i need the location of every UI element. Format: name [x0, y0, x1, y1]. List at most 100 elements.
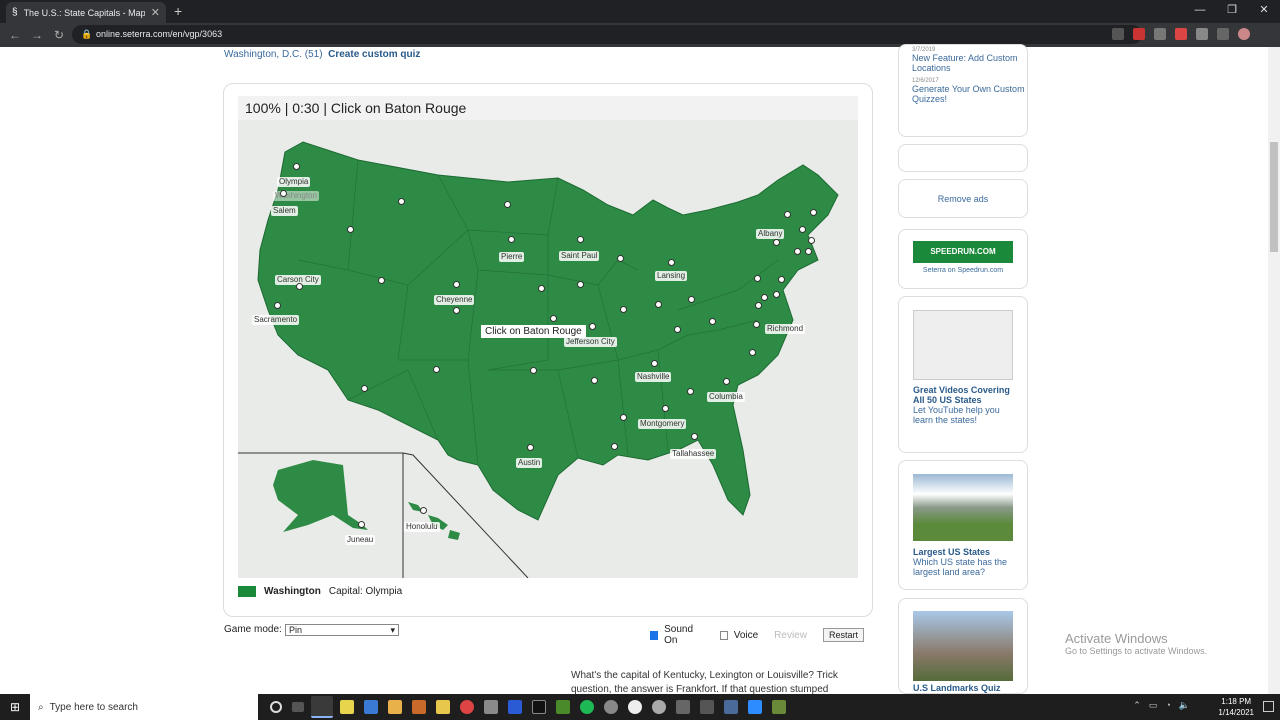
- taskbar-search[interactable]: ⌕ Type here to search: [30, 694, 258, 720]
- close-window-icon[interactable]: ✕: [1248, 0, 1280, 23]
- app-icon[interactable]: [772, 700, 786, 714]
- capital-pin[interactable]: [530, 367, 537, 374]
- app-icon[interactable]: [508, 700, 522, 714]
- capital-pin[interactable]: [805, 248, 812, 255]
- task-view-icon[interactable]: [292, 702, 304, 712]
- capital-pin[interactable]: [620, 306, 627, 313]
- alaska-shape[interactable]: [273, 460, 368, 532]
- capital-pin[interactable]: [591, 377, 598, 384]
- capital-pin[interactable]: [358, 521, 365, 528]
- map-area[interactable]: Olympia Washington Salem Carson City Sac…: [238, 120, 858, 578]
- capital-pin[interactable]: [550, 315, 557, 322]
- largest-title[interactable]: Largest US States: [913, 547, 1019, 557]
- wifi-icon[interactable]: ◔: [1165, 700, 1170, 711]
- capital-pin[interactable]: [794, 248, 801, 255]
- landmarks-title[interactable]: U.S Landmarks Quiz: [913, 683, 1019, 693]
- capital-pin[interactable]: [754, 275, 761, 282]
- extension-icon[interactable]: [1154, 28, 1166, 40]
- spotify-icon[interactable]: [580, 700, 594, 714]
- capital-pin[interactable]: [662, 405, 669, 412]
- scrollbar-thumb[interactable]: [1270, 142, 1278, 252]
- app-icon[interactable]: [604, 700, 618, 714]
- network-icon[interactable]: ▭: [1149, 700, 1158, 711]
- capital-pin[interactable]: [773, 291, 780, 298]
- news-item[interactable]: 12/6/2017 Generate Your Own Custom Quizz…: [899, 78, 1027, 104]
- capital-pin[interactable]: [784, 211, 791, 218]
- videos-block[interactable]: Great Videos Covering All 50 US States L…: [898, 296, 1028, 453]
- sound-checkbox[interactable]: [650, 630, 659, 640]
- capital-pin[interactable]: [538, 285, 545, 292]
- capital-pin[interactable]: [453, 307, 460, 314]
- page-scrollbar[interactable]: [1268, 47, 1280, 694]
- zoom-icon[interactable]: [748, 700, 762, 714]
- review-button[interactable]: Review: [774, 630, 807, 641]
- capital-pin[interactable]: [589, 323, 596, 330]
- capital-pin[interactable]: [723, 378, 730, 385]
- capital-pin[interactable]: [527, 444, 534, 451]
- capital-pin[interactable]: [296, 283, 303, 290]
- capital-pin[interactable]: [655, 301, 662, 308]
- create-custom-quiz-link[interactable]: Create custom quiz: [328, 49, 420, 60]
- capital-pin[interactable]: [420, 507, 427, 514]
- capital-pin[interactable]: [691, 433, 698, 440]
- app-icon[interactable]: [460, 700, 474, 714]
- back-icon[interactable]: ←: [4, 28, 26, 42]
- minecraft-icon[interactable]: [556, 700, 570, 714]
- pen-icon[interactable]: [676, 700, 690, 714]
- capital-pin[interactable]: [347, 226, 354, 233]
- capital-pin[interactable]: [577, 281, 584, 288]
- capital-pin[interactable]: [709, 318, 716, 325]
- us-map-svg[interactable]: [238, 120, 858, 578]
- forward-icon[interactable]: →: [26, 28, 48, 42]
- capital-pin[interactable]: [688, 296, 695, 303]
- capital-pin[interactable]: [668, 259, 675, 266]
- hawaii-shape[interactable]: [408, 502, 460, 540]
- capital-pin[interactable]: [749, 349, 756, 356]
- capital-pin[interactable]: [799, 226, 806, 233]
- breadcrumb-dc-link[interactable]: Washington, D.C. (51): [224, 49, 323, 60]
- capital-pin[interactable]: [508, 236, 515, 243]
- cortana-icon[interactable]: [270, 701, 282, 713]
- new-tab-icon[interactable]: +: [174, 3, 182, 19]
- avatar[interactable]: [1238, 28, 1250, 40]
- capital-pin[interactable]: [433, 366, 440, 373]
- store-icon[interactable]: [340, 700, 354, 714]
- capital-pin[interactable]: [293, 163, 300, 170]
- url-field[interactable]: 🔒 online.seterra.com/en/vgp/3063: [72, 25, 1142, 44]
- capital-pin[interactable]: [577, 236, 584, 243]
- sticky-notes-icon[interactable]: [436, 700, 450, 714]
- capital-pin[interactable]: [651, 360, 658, 367]
- capital-pin[interactable]: [453, 281, 460, 288]
- game-mode-select[interactable]: Pin ▾: [285, 624, 399, 636]
- restore-icon[interactable]: ❐: [1216, 0, 1248, 23]
- browser-tab[interactable]: § The U.S.: State Capitals - Map ✕: [6, 2, 166, 23]
- news-item[interactable]: 3/7/2019 New Feature: Add Custom Locatio…: [899, 47, 1027, 73]
- app-icon[interactable]: [484, 700, 498, 714]
- capital-pin[interactable]: [753, 321, 760, 328]
- capital-pin[interactable]: [611, 443, 618, 450]
- puzzle-icon[interactable]: [1196, 28, 1208, 40]
- star-icon[interactable]: [1112, 28, 1124, 40]
- restart-button[interactable]: Restart: [822, 628, 864, 642]
- capital-pin[interactable]: [808, 237, 815, 244]
- app-icon[interactable]: [652, 700, 666, 714]
- reload-icon[interactable]: ↻: [48, 28, 70, 42]
- terminal-icon[interactable]: [532, 700, 546, 714]
- app-icon[interactable]: [628, 700, 642, 714]
- chrome-icon[interactable]: [311, 696, 333, 718]
- notifications-icon[interactable]: [1263, 701, 1274, 712]
- windows-start-icon[interactable]: ⊞: [0, 700, 30, 714]
- capital-pin[interactable]: [773, 239, 780, 246]
- news-title[interactable]: New Feature: Add Custom Locations: [912, 53, 1027, 73]
- capital-pin[interactable]: [504, 201, 511, 208]
- mail-icon[interactable]: [364, 700, 378, 714]
- capital-pin[interactable]: [617, 255, 624, 262]
- news-title[interactable]: Generate Your Own Custom Quizzes!: [912, 84, 1027, 104]
- capital-pin[interactable]: [361, 385, 368, 392]
- menu-icon[interactable]: [1217, 28, 1229, 40]
- volume-icon[interactable]: 🔈: [1179, 700, 1190, 711]
- capital-pin[interactable]: [755, 302, 762, 309]
- app-icon[interactable]: [412, 700, 426, 714]
- landmarks-block[interactable]: U.S Landmarks Quiz: [898, 598, 1028, 694]
- extension-icon[interactable]: [1175, 28, 1187, 40]
